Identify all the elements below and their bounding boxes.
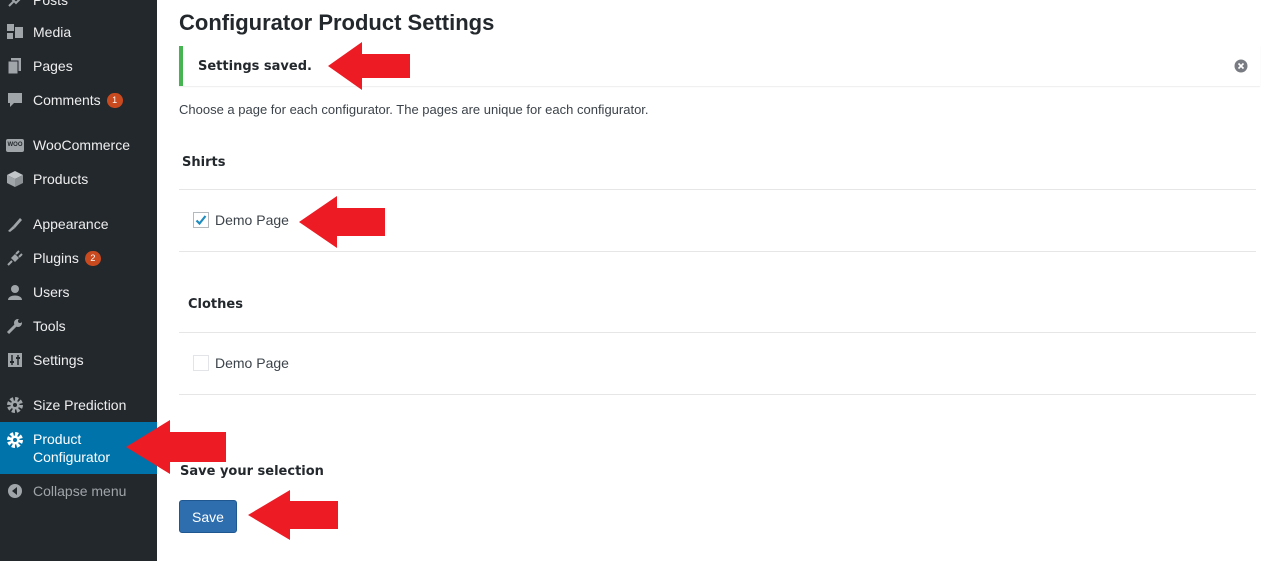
- box-icon: [6, 170, 24, 188]
- sidebar-item-label: Collapse menu: [33, 483, 127, 499]
- collapse-icon: [6, 482, 24, 500]
- sidebar-item-label: Configurator: [33, 449, 111, 465]
- sidebar-item-label: Plugins: [33, 250, 79, 266]
- section-heading-shirts: Shirts: [182, 155, 226, 170]
- gear-icon: [6, 431, 24, 449]
- option-label: Demo Page: [215, 212, 289, 228]
- brush-icon: [6, 215, 24, 233]
- sliders-icon: [6, 351, 24, 369]
- divider: [179, 189, 1256, 190]
- media-icon: [6, 23, 24, 41]
- shirts-demo-page-checkbox[interactable]: [193, 212, 209, 228]
- sidebar-item-settings[interactable]: Settings: [0, 343, 157, 377]
- dismiss-notice-button[interactable]: [1234, 59, 1248, 73]
- sidebar-item-label: Product: [33, 431, 82, 447]
- sidebar-item-users[interactable]: Users: [0, 275, 157, 309]
- option-label: Demo Page: [215, 355, 289, 371]
- clothes-demo-page-checkbox[interactable]: [193, 355, 209, 371]
- section-heading-clothes: Clothes: [188, 297, 243, 312]
- admin-sidebar: Posts Media Pages Comments 1 WOO WooComme…: [0, 0, 157, 561]
- sidebar-item-products[interactable]: Products: [0, 162, 157, 196]
- pin-icon: [6, 0, 24, 9]
- sidebar-item-label: Comments: [33, 92, 101, 108]
- clothes-demo-page-option[interactable]: Demo Page: [193, 355, 289, 371]
- comment-count-badge: 1: [106, 93, 123, 108]
- sidebar-item-plugins[interactable]: Plugins 2: [0, 241, 157, 275]
- annotation-arrow: [299, 196, 385, 248]
- save-button[interactable]: Save: [179, 500, 237, 533]
- sidebar-item-label: Posts: [33, 0, 69, 8]
- sidebar-item-label: WooCommerce: [33, 137, 130, 153]
- sidebar-item-label: Pages: [33, 58, 73, 74]
- divider: [179, 394, 1256, 395]
- notice-text: Settings saved.: [198, 59, 312, 74]
- sidebar-item-label: Products: [33, 171, 89, 187]
- sidebar-item-size-prediction[interactable]: Size Prediction: [0, 388, 157, 422]
- user-icon: [6, 283, 24, 301]
- pages-icon: [6, 57, 24, 75]
- plugin-icon: [6, 249, 24, 267]
- checkmark-icon: [195, 215, 207, 226]
- annotation-arrow: [126, 420, 226, 474]
- sidebar-item-comments[interactable]: Comments 1: [0, 83, 157, 117]
- wrench-icon: [6, 317, 24, 335]
- sidebar-item-label: Appearance: [33, 216, 109, 232]
- sidebar-item-woocommerce[interactable]: WOO WooCommerce: [0, 128, 157, 162]
- annotation-arrow: [248, 490, 338, 540]
- divider: [179, 332, 1256, 333]
- sidebar-item-label: Size Prediction: [33, 397, 127, 413]
- intro-text: Choose a page for each configurator. The…: [179, 102, 649, 117]
- close-icon: [1234, 59, 1248, 73]
- sidebar-item-label: Tools: [33, 318, 66, 334]
- plugin-update-badge: 2: [84, 251, 101, 266]
- page-title: Configurator Product Settings: [179, 10, 495, 35]
- comment-icon: [6, 91, 24, 109]
- annotation-arrow: [328, 42, 410, 90]
- sidebar-item-appearance[interactable]: Appearance: [0, 207, 157, 241]
- sidebar-item-label: Media: [33, 24, 72, 40]
- sidebar-item-media[interactable]: Media: [0, 15, 157, 49]
- sidebar-item-label: Users: [33, 284, 70, 300]
- divider: [179, 251, 1256, 252]
- shirts-demo-page-option[interactable]: Demo Page: [193, 212, 289, 228]
- sidebar-item-label: Settings: [33, 352, 84, 368]
- sidebar-item-tools[interactable]: Tools: [0, 309, 157, 343]
- collapse-menu-button[interactable]: Collapse menu: [0, 474, 157, 508]
- sidebar-item-pages[interactable]: Pages: [0, 49, 157, 83]
- main-content: Configurator Product Settings Settings s…: [157, 0, 1261, 561]
- gear-icon: [6, 396, 24, 414]
- woocommerce-icon: WOO: [6, 136, 24, 154]
